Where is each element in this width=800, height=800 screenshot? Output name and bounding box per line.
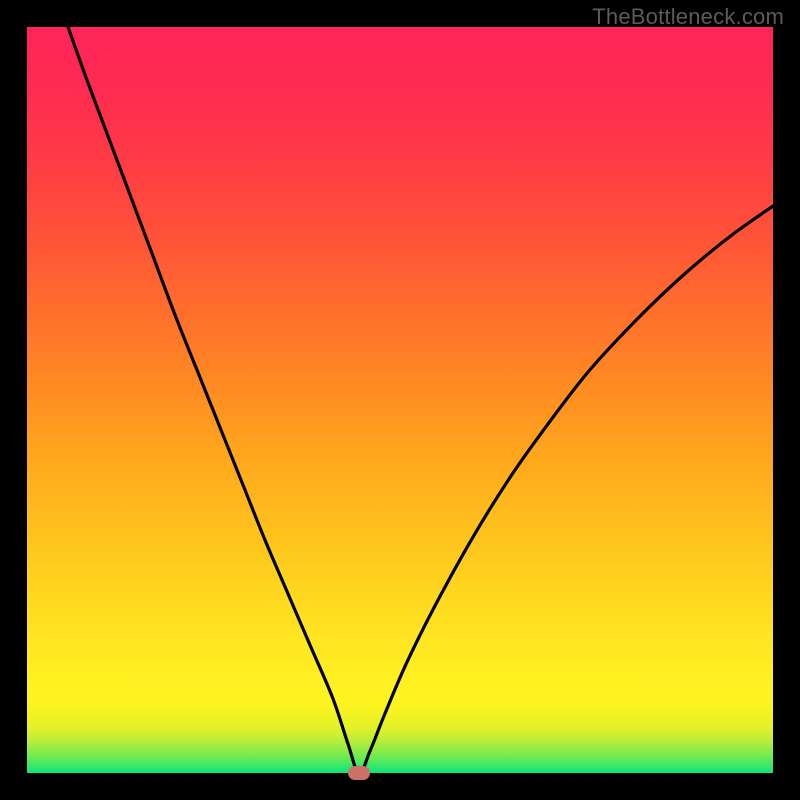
chart-frame: TheBottleneck.com	[0, 0, 800, 800]
bottleneck-curve	[27, 27, 773, 773]
curve-path	[68, 27, 773, 773]
plot-area	[27, 27, 773, 773]
watermark-text: TheBottleneck.com	[592, 4, 784, 30]
minimum-marker	[348, 766, 370, 780]
